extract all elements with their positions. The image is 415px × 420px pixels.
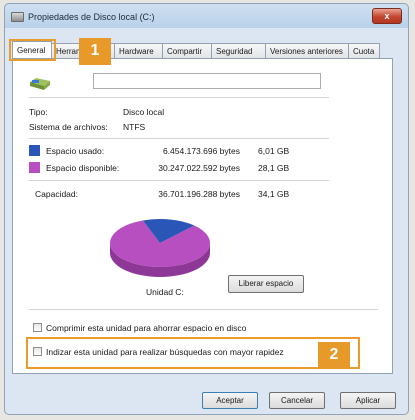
close-button[interactable]: x: [372, 8, 402, 24]
type-value: Disco local: [123, 107, 165, 117]
drive-name-input[interactable]: [93, 73, 321, 89]
free-space-swatch: [29, 162, 40, 173]
used-space-label: Espacio usado:: [46, 146, 105, 156]
tab-seguridad[interactable]: Seguridad: [211, 43, 266, 58]
general-panel: Tipo: Disco local Sistema de archivos: N…: [12, 58, 393, 374]
drive-label: Unidad C:: [146, 287, 184, 297]
free-space-gb: 28,1 GB: [258, 163, 290, 173]
compress-label: Comprimir esta unidad para ahorrar espac…: [46, 323, 247, 333]
annotation-badge-2: 2: [318, 342, 350, 369]
cancel-button[interactable]: Cancelar: [269, 392, 325, 409]
capacity-gb: 34,1 GB: [258, 189, 290, 199]
capacity-bytes: 36.701.196.288 bytes: [158, 189, 240, 199]
tab-cuota[interactable]: Cuota: [348, 43, 380, 58]
tab-hardware[interactable]: Hardware: [114, 43, 163, 58]
filesystem-label: Sistema de archivos:: [29, 122, 108, 132]
divider: [29, 180, 329, 181]
free-space-label: Espacio disponible:: [46, 163, 120, 173]
hard-drive-icon: [30, 78, 50, 90]
annotation-badge-1: 1: [79, 38, 111, 65]
capacity-label: Capacidad:: [35, 189, 79, 199]
ok-button[interactable]: Aceptar: [202, 392, 258, 409]
type-label: Tipo:: [29, 107, 48, 117]
free-space-bytes: 30.247.022.592 bytes: [158, 163, 240, 173]
tab-general[interactable]: General: [12, 41, 52, 58]
used-space-swatch: [29, 145, 40, 156]
drive-icon: [11, 12, 24, 22]
used-space-gb: 6,01 GB: [258, 146, 290, 156]
apply-button[interactable]: Aplicar: [340, 392, 396, 409]
compress-checkbox[interactable]: [33, 323, 42, 332]
tab-compartir[interactable]: Compartir: [162, 43, 212, 58]
disk-usage-pie-chart: [109, 219, 210, 277]
free-space-button[interactable]: Liberar espacio: [228, 275, 304, 293]
used-space-bytes: 6.454.173.696 bytes: [162, 146, 240, 156]
filesystem-value: NTFS: [123, 122, 146, 132]
tab-strip: General Herramientas Hardware Compartir …: [12, 41, 403, 58]
divider: [29, 309, 378, 310]
divider: [29, 138, 329, 139]
index-label: Indizar esta unidad para realizar búsque…: [46, 347, 284, 357]
index-checkbox[interactable]: [33, 347, 42, 356]
divider: [29, 97, 329, 98]
tab-versiones-anteriores[interactable]: Versiones anteriores: [265, 43, 349, 58]
title-bar: Propiedades de Disco local (C:): [11, 10, 368, 24]
window-title: Propiedades de Disco local (C:): [28, 12, 155, 22]
